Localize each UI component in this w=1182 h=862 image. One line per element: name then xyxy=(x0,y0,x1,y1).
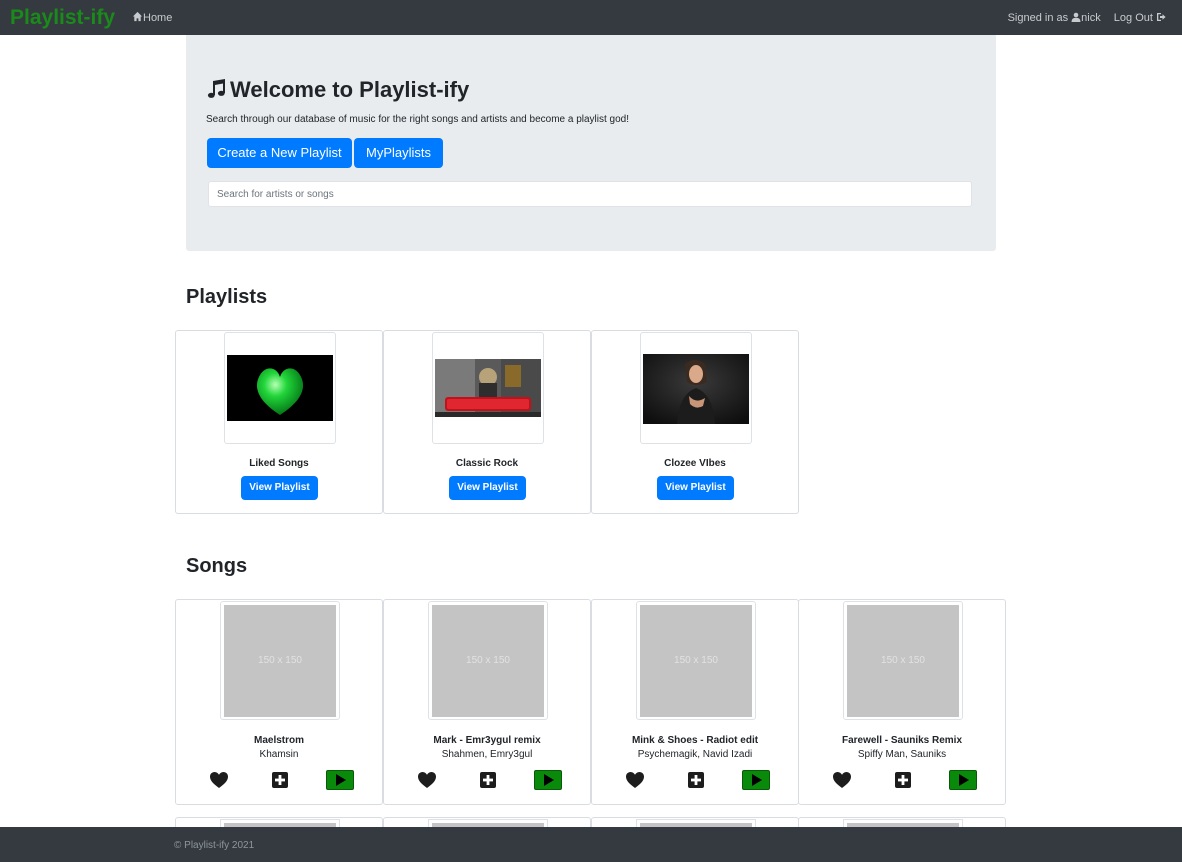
page-title: Welcome to Playlist-ify xyxy=(206,76,469,104)
nav-user-area: Signed in as nick Log Out xyxy=(1008,11,1166,25)
add-to-playlist-icon[interactable] xyxy=(893,770,913,790)
play-icon xyxy=(544,774,554,786)
playlists-heading: Playlists xyxy=(186,286,268,308)
user-icon xyxy=(1071,12,1081,22)
playlist-card: Classic Rock View Playlist xyxy=(383,330,591,514)
username-link[interactable]: nick xyxy=(1081,12,1101,24)
logout-button[interactable]: Log Out xyxy=(1114,12,1166,24)
view-playlist-button[interactable]: View Playlist xyxy=(449,476,526,500)
brand-logo[interactable]: Playlist-ify xyxy=(10,6,115,30)
top-navbar: Playlist-ify Home Signed in as nick Log … xyxy=(0,0,1182,35)
placeholder-image: 150 x 150 xyxy=(432,605,544,717)
like-heart-icon[interactable] xyxy=(209,770,229,790)
add-to-playlist-icon[interactable] xyxy=(270,770,290,790)
page-footer: © Playlist-ify 2021 xyxy=(0,827,1182,862)
add-to-playlist-icon[interactable] xyxy=(478,770,498,790)
play-button[interactable] xyxy=(742,770,770,790)
playlist-card: Liked Songs View Playlist xyxy=(175,330,383,514)
playlist-thumbnail[interactable] xyxy=(224,332,336,444)
copyright-text: © Playlist-ify 2021 xyxy=(174,840,255,851)
song-title: Mark - Emr3ygul remix xyxy=(433,735,541,746)
playlist-thumbnail[interactable] xyxy=(640,332,752,444)
song-title: Farewell - Sauniks Remix xyxy=(841,735,963,746)
home-icon xyxy=(132,11,143,22)
song-thumbnail: 150 x 150 xyxy=(428,601,548,720)
song-thumbnail: 150 x 150 xyxy=(636,601,756,720)
music-note-icon xyxy=(207,79,225,98)
create-playlist-button[interactable]: Create a New Playlist xyxy=(207,138,352,168)
liked-songs-heart-image xyxy=(227,355,333,421)
play-icon xyxy=(336,774,346,786)
search-input[interactable] xyxy=(208,181,972,207)
signed-in-label: Signed in as xyxy=(1007,12,1069,24)
song-artist: Psychemagik, Navid Izadi xyxy=(637,749,753,760)
song-artist: Spiffy Man, Sauniks xyxy=(857,749,947,760)
song-card: 150 x 150 Mink & Shoes - Radiot edit Psy… xyxy=(591,599,799,805)
like-heart-icon[interactable] xyxy=(417,770,437,790)
play-icon xyxy=(959,774,969,786)
play-button[interactable] xyxy=(326,770,354,790)
playlist-card: Clozee VIbes View Playlist xyxy=(591,330,799,514)
song-thumbnail: 150 x 150 xyxy=(220,601,340,720)
nav-home-link[interactable]: Home xyxy=(132,11,172,25)
song-card: 150 x 150 Mark - Emr3ygul remix Shahmen,… xyxy=(383,599,591,805)
my-playlists-button[interactable]: MyPlaylists xyxy=(354,138,443,168)
add-to-playlist-icon[interactable] xyxy=(686,770,706,790)
view-playlist-button[interactable]: View Playlist xyxy=(657,476,734,500)
playlist-thumbnail[interactable] xyxy=(432,332,544,444)
playlist-name: Classic Rock xyxy=(455,458,519,469)
logout-label: Log Out xyxy=(1113,12,1153,24)
placeholder-image: 150 x 150 xyxy=(640,605,752,717)
playlist-name: Clozee VIbes xyxy=(664,458,726,469)
songs-heading: Songs xyxy=(186,555,248,577)
song-artist: Khamsin xyxy=(259,749,299,760)
sign-out-icon xyxy=(1157,13,1166,21)
page-subtitle: Search through our database of music for… xyxy=(206,114,630,125)
classic-rock-image xyxy=(435,359,541,417)
clozee-portrait-image xyxy=(643,354,749,424)
welcome-jumbotron: Welcome to Playlist-ify Search through o… xyxy=(186,35,996,251)
song-card: 150 x 150 Maelstrom Khamsin xyxy=(175,599,383,805)
play-icon xyxy=(752,774,762,786)
song-title: Maelstrom xyxy=(253,735,304,746)
like-heart-icon[interactable] xyxy=(832,770,852,790)
play-button[interactable] xyxy=(534,770,562,790)
song-card: 150 x 150 Farewell - Sauniks Remix Spiff… xyxy=(798,599,1006,805)
placeholder-image: 150 x 150 xyxy=(224,605,336,717)
nav-home-label: Home xyxy=(143,12,173,24)
song-thumbnail: 150 x 150 xyxy=(843,601,963,720)
playlist-name: Liked Songs xyxy=(249,458,309,469)
like-heart-icon[interactable] xyxy=(625,770,645,790)
song-artist: Shahmen, Emry3gul xyxy=(441,749,533,760)
view-playlist-button[interactable]: View Playlist xyxy=(241,476,318,500)
play-button[interactable] xyxy=(949,770,977,790)
placeholder-image: 150 x 150 xyxy=(847,605,959,717)
page-title-text: Welcome to Playlist-ify xyxy=(230,77,470,102)
song-title: Mink & Shoes - Radiot edit xyxy=(631,735,759,746)
